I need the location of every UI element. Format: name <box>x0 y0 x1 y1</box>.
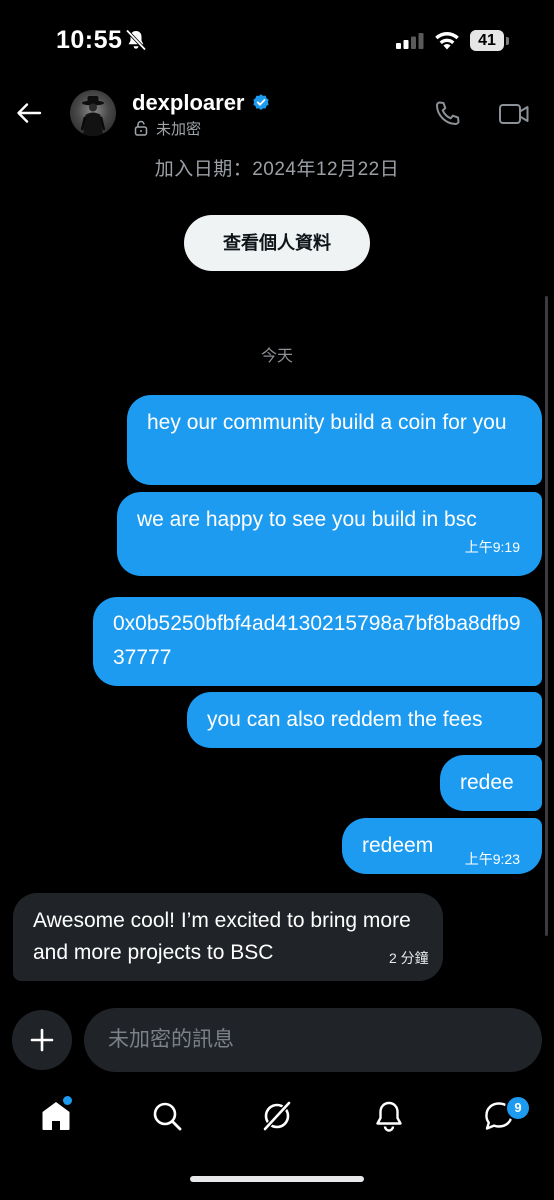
phone-call-icon[interactable] <box>432 99 462 129</box>
messages-badge: 9 <box>505 1095 531 1121</box>
search-icon[interactable] <box>150 1099 184 1133</box>
message-text: you can also reddem the fees <box>207 708 483 731</box>
message-text: hey our community build a coin for you <box>147 411 507 434</box>
verified-badge-icon <box>253 94 269 110</box>
add-attachment-button[interactable] <box>12 1010 72 1070</box>
wifi-icon <box>435 32 459 50</box>
day-divider: 今天 <box>260 348 293 365</box>
message-input[interactable]: 未加密的訊息 <box>84 1008 542 1072</box>
lock-open-icon <box>134 120 148 136</box>
plus-icon <box>30 1028 54 1052</box>
message-bubble-incoming[interactable]: Awesome cool! I’m excited to bring more … <box>13 893 443 981</box>
view-profile-button[interactable]: 查看個人資料 <box>184 215 370 271</box>
message-text: redee <box>460 771 514 794</box>
video-call-icon[interactable] <box>498 101 530 127</box>
bell-muted-icon <box>125 29 147 51</box>
back-arrow-icon[interactable] <box>14 98 44 128</box>
signal-strength-icon <box>396 33 424 49</box>
message-text: we are happy to see you build in bsc <box>137 508 477 531</box>
battery-cap <box>506 37 509 45</box>
message-bubble-outgoing[interactable]: we are happy to see you build in bsc 上午9… <box>117 492 542 576</box>
grok-icon[interactable] <box>260 1099 294 1133</box>
contact-name[interactable]: dexploarer <box>132 90 245 116</box>
message-text: Awesome cool! I’m excited to bring more … <box>33 909 411 964</box>
message-timestamp: 上午9:19 <box>464 539 520 555</box>
message-timestamp: 上午9:23 <box>464 851 520 867</box>
message-text: 0x0b5250bfbf4ad4130215798a7bf8ba8dfb9377… <box>113 612 521 669</box>
message-bubble-outgoing[interactable]: you can also reddem the fees <box>187 692 542 748</box>
message-bubble-outgoing[interactable]: redee <box>440 755 542 811</box>
battery-level: 41 <box>470 30 504 51</box>
avatar[interactable] <box>70 90 116 136</box>
encryption-status: 未加密 <box>156 121 202 138</box>
home-indicator[interactable] <box>190 1176 364 1182</box>
message-text: redeem <box>362 834 434 857</box>
message-bubble-outgoing[interactable]: hey our community build a coin for you <box>127 395 542 485</box>
home-unread-dot <box>63 1096 72 1105</box>
message-bubble-outgoing[interactable]: redeem 上午9:23 <box>342 818 542 874</box>
message-timestamp: 2 分鐘 <box>389 950 429 966</box>
notifications-bell-icon[interactable] <box>372 1099 406 1133</box>
join-date: 加入日期：2024年12月22日 <box>154 159 400 180</box>
status-time: 10:55 <box>56 26 123 54</box>
message-bubble-outgoing[interactable]: 0x0b5250bfbf4ad4130215798a7bf8ba8dfb9377… <box>93 597 542 686</box>
conversation-scrollbar[interactable] <box>545 296 548 936</box>
